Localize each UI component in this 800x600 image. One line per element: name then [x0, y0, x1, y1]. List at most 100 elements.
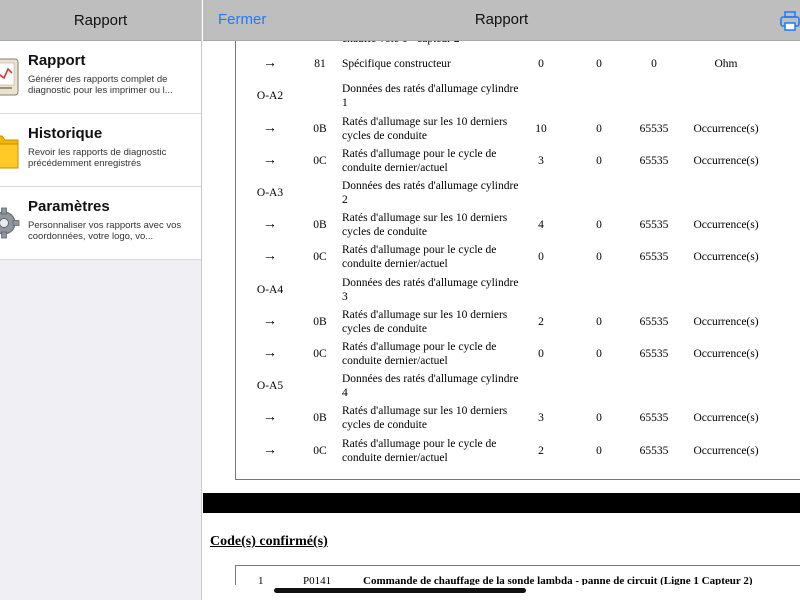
confirmed-codes-heading: Code(s) confirmé(s) [210, 534, 328, 549]
row-unit [674, 80, 778, 112]
row-value [584, 80, 614, 112]
confirmed-code-description: Commande de chauffage de la sonde lambda… [363, 575, 753, 585]
row-unit: Ohm [714, 58, 738, 71]
row-min: 4 [538, 219, 544, 232]
row-min: 2 [538, 315, 544, 328]
row-min: 3 [538, 412, 544, 425]
report-document[interactable]: O-42Capteur des gaz d'échappement chauff… [203, 0, 800, 600]
row-unit: Occurrence(s) [693, 315, 759, 328]
row-code: → [263, 313, 277, 329]
row-code: → [263, 120, 277, 136]
sidebar-item-rapport[interactable]: Rapport Générer des rapports complet de … [0, 41, 201, 114]
table-row: O-A5 Données des ratés d'allumage cylindr… [236, 370, 800, 402]
table-row: O-A2 Données des ratés d'allumage cylindr… [236, 80, 800, 112]
sidebar-item-description: Revoir les rapports de diagnostic précéd… [28, 147, 167, 169]
table-row: → 0B Ratés d'allumage sur les 10 derniers … [236, 402, 800, 434]
sidebar-item-parametres[interactable]: Paramètres Personnaliser vos rapports av… [0, 187, 201, 260]
row-value: 0 [596, 315, 602, 328]
table-row: → 0C Ratés d'allumage pour le cycle de con… [236, 241, 800, 273]
row-description: Données des ratés d'allumage cylindre 4 [342, 373, 519, 400]
row-unit: Occurrence(s) [693, 251, 759, 264]
report-view: O-42Capteur des gaz d'échappement chauff… [203, 0, 800, 600]
row-description: Ratés d'allumage pour le cycle de condui… [342, 147, 497, 174]
table-row: → 0C Ratés d'allumage pour le cycle de con… [236, 338, 800, 370]
row-min [526, 80, 556, 112]
row-pid [304, 177, 336, 209]
printer-icon[interactable] [779, 10, 800, 32]
row-min [526, 177, 556, 209]
row-unit: Occurrence(s) [693, 412, 759, 425]
gear-icon [0, 207, 20, 239]
row-max [634, 80, 674, 112]
row-code: O-A3 [256, 187, 284, 199]
row-unit [674, 274, 778, 306]
row-max [634, 370, 674, 402]
report-chart-icon [0, 58, 19, 96]
row-pid: 0C [313, 154, 327, 167]
table-row: O-A4 Données des ratés d'allumage cylindr… [236, 274, 800, 306]
row-value: 0 [596, 154, 602, 167]
row-unit: Occurrence(s) [693, 122, 759, 135]
row-pid [304, 80, 336, 112]
row-value [584, 177, 614, 209]
sidebar-title: Rapport [73, 11, 128, 29]
sidebar-item-historique[interactable]: Historique Revoir les rapports de diagno… [0, 114, 201, 187]
row-value: 0 [596, 219, 602, 232]
section-separator [203, 493, 800, 513]
row-pid: 0C [313, 348, 327, 360]
confirmed-codes-table: 1 P0141 Commande de chauffage de la sond… [235, 565, 800, 585]
sidebar-menu: Rapport Générer des rapports complet de … [0, 41, 201, 260]
confirmed-code-number: 1 [258, 575, 264, 585]
row-code: → [263, 56, 277, 72]
row-min [526, 370, 556, 402]
row-min: 10 [535, 122, 547, 135]
sidebar-item-description: Personnaliser vos rapports avec vos coor… [28, 220, 182, 242]
row-description: Ratés d'allumage pour le cycle de condui… [342, 341, 497, 367]
row-pid [304, 370, 336, 402]
row-max: 65535 [639, 348, 669, 360]
sidebar-item-title: Historique [28, 125, 103, 142]
row-code: → [263, 346, 277, 361]
row-pid: 0C [313, 444, 327, 457]
row-description: Ratés d'allumage pour le cycle de condui… [342, 244, 497, 271]
row-value: 0 [596, 444, 602, 457]
sidebar: Rapport Rapport Générer des rapports com… [0, 0, 202, 600]
page-title: Rapport [474, 11, 529, 28]
row-unit: Occurrence(s) [693, 444, 759, 457]
row-value: 0 [596, 251, 602, 264]
row-code: → [263, 217, 277, 233]
row-description: Spécifique constructeur [342, 58, 451, 71]
row-max [634, 274, 674, 306]
sidebar-item-description: Générer des rapports complet de diagnost… [28, 74, 173, 96]
row-pid: 0C [313, 251, 327, 264]
row-min: 3 [538, 154, 544, 167]
row-pid: 81 [314, 58, 326, 71]
row-max: 65535 [639, 315, 669, 328]
row-value: 0 [596, 412, 602, 425]
row-pid: 0B [313, 315, 327, 328]
row-value [584, 370, 614, 402]
row-description: Ratés d'allumage sur les 10 derniers cyc… [342, 115, 508, 142]
row-max: 65535 [639, 154, 669, 167]
readiness-table: O-42Capteur des gaz d'échappement chauff… [235, 19, 800, 480]
nav-bar: Fermer Rapport [203, 0, 800, 41]
row-max: 65535 [639, 122, 669, 135]
row-code: → [263, 152, 277, 168]
row-description: Ratés d'allumage pour le cycle de condui… [342, 437, 497, 464]
row-value [584, 274, 614, 306]
row-code: O-A5 [256, 380, 284, 393]
sidebar-header: Rapport [0, 0, 201, 41]
row-value: 0 [596, 58, 602, 71]
table-row: → 0B Ratés d'allumage sur les 10 derniers … [236, 209, 800, 241]
row-min: 0 [538, 251, 544, 264]
row-description: Ratés d'allumage sur les 10 derniers cyc… [342, 405, 508, 432]
row-description: Données des ratés d'allumage cylindre 2 [342, 180, 519, 206]
close-button[interactable]: Fermer [218, 11, 266, 28]
table-row: → 0B Ratés d'allumage sur les 10 derniers … [236, 113, 800, 145]
row-code: → [263, 410, 277, 426]
row-max: 65535 [639, 412, 669, 425]
row-code: → [263, 442, 277, 458]
home-indicator[interactable] [274, 588, 526, 593]
folder-icon [0, 135, 19, 169]
row-unit: Occurrence(s) [693, 348, 759, 360]
